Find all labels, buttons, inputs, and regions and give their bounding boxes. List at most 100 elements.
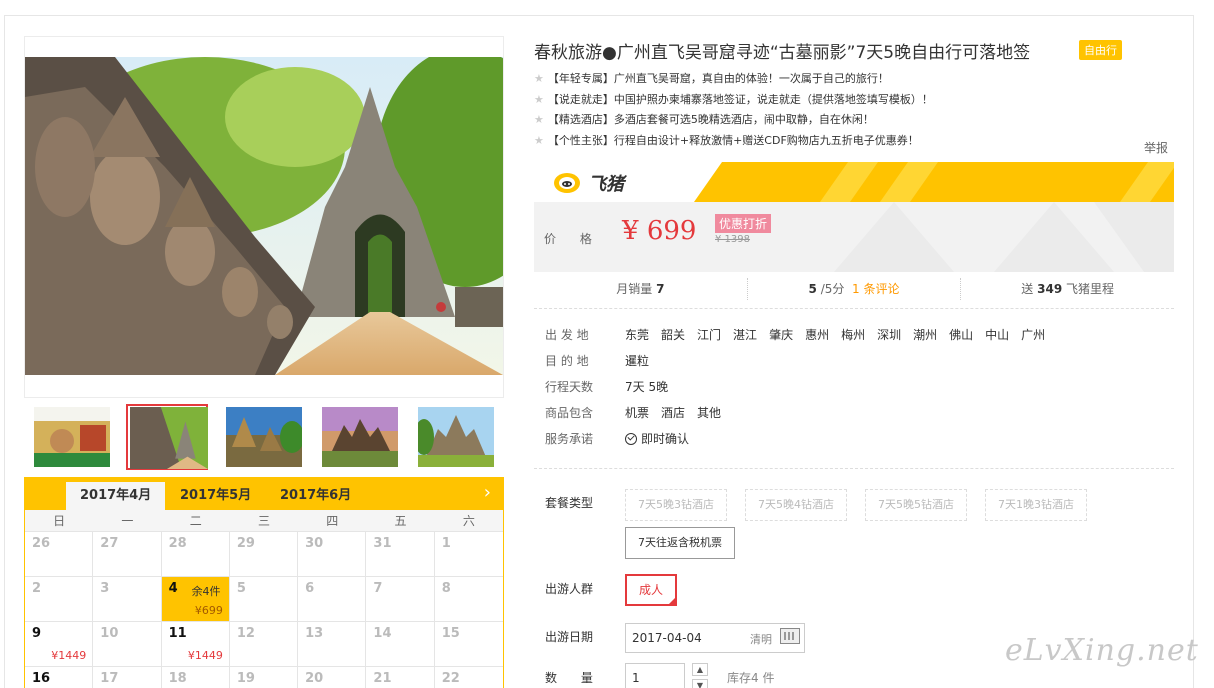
check-circle-icon xyxy=(625,433,637,445)
departure-city: 肇庆 xyxy=(769,328,794,342)
site-watermark: eLvXing.net xyxy=(1005,633,1199,668)
thumbnail-5[interactable] xyxy=(414,404,496,470)
thumbnail-1[interactable] xyxy=(30,404,112,470)
day-number: 26 xyxy=(32,536,51,551)
thumbnail-2-selected[interactable] xyxy=(126,404,208,470)
main-product-image xyxy=(25,57,503,375)
star-icon: ★ xyxy=(534,92,544,106)
departure-city: 深圳 xyxy=(877,328,902,342)
tab-month-jun[interactable]: 2017年6月 xyxy=(266,482,365,510)
tab-month-apr[interactable]: 2017年4月 xyxy=(66,482,166,510)
departure-city: 中山 xyxy=(985,328,1010,342)
departure-row: 出 发 地 东莞 韶关 江门 湛江 肇庆 惠州 梅州 深圳 潮州 佛山 中山 广州 xyxy=(545,325,1057,351)
divider xyxy=(534,468,1174,469)
calendar-day: 15 xyxy=(434,622,503,667)
departure-city: 惠州 xyxy=(805,328,830,342)
days-row: 行程天数 7天 5晚 xyxy=(545,380,669,394)
price-label: 价 格 xyxy=(544,232,602,246)
travel-date-input[interactable]: 2017-04-04 xyxy=(625,623,805,653)
calendar-day: 28 xyxy=(161,532,230,577)
report-link[interactable]: 举报 xyxy=(1144,139,1168,156)
star-icon: ★ xyxy=(534,113,544,126)
includes-row: 商品包含 机票 酒店 其他 xyxy=(545,403,1057,429)
package-option-3[interactable]: 7天5晚5钻酒店 xyxy=(865,489,967,521)
day-price: ¥1449 xyxy=(51,649,87,662)
day-number: 30 xyxy=(305,536,324,551)
calendar-day: 29 xyxy=(229,532,299,577)
departure-city: 东莞 xyxy=(625,328,650,342)
calendar-day[interactable]: 16 xyxy=(25,667,94,688)
calendar-day: 31 xyxy=(366,532,435,577)
price-box: 价 格 ¥ 699 优惠打折 ¥ 1398 xyxy=(534,202,1174,272)
package-option-5[interactable]: 7天往返含税机票 xyxy=(625,527,735,559)
rating-summary: 5 /5分 1 条评论 xyxy=(748,278,962,300)
weekday-label: 五 xyxy=(394,514,407,528)
quantity-increase-icon[interactable]: ▲ xyxy=(692,663,708,676)
thumbnail-strip xyxy=(30,404,500,470)
day-number: 2 xyxy=(32,581,42,596)
calendar-day: 2 xyxy=(25,577,94,622)
weekday-label: 四 xyxy=(326,514,339,528)
calendar-day[interactable]: 9 ¥1449 xyxy=(25,622,94,667)
day-price: ¥699 xyxy=(194,604,223,617)
date-label: 出游日期 xyxy=(545,630,594,644)
calendar-day[interactable]: 11 ¥1449 xyxy=(161,622,230,667)
quantity-decrease-icon[interactable]: ▼ xyxy=(692,679,708,688)
product-title: 春秋旅游●广州直飞吴哥窟寻迹“古墓丽影”7天5晚自由行可落地签 xyxy=(534,43,1031,63)
day-number: 1 xyxy=(441,536,451,551)
calendar-day-selected[interactable]: 4 余4件 ¥699 xyxy=(161,577,230,622)
free-travel-badge: 自由行 xyxy=(1079,40,1122,60)
day-number: 13 xyxy=(305,626,324,641)
original-price: ¥ 1398 xyxy=(715,234,750,245)
calendar-day: 5 xyxy=(229,577,299,622)
quantity-input[interactable]: 1 xyxy=(625,663,685,688)
calendar-day: 1 xyxy=(434,532,503,577)
holiday-label: 清明 xyxy=(750,633,772,646)
weekday-label: 六 xyxy=(462,514,475,528)
package-option-4[interactable]: 7天1晚3钻酒店 xyxy=(985,489,1087,521)
weekday-label: 二 xyxy=(189,514,202,528)
day-number: 22 xyxy=(441,671,460,686)
calendar-icon[interactable] xyxy=(780,628,800,644)
stock-text: 库存4 件 xyxy=(727,671,775,685)
calendar-day: 10 xyxy=(93,622,162,667)
feature-item: ★ 【个性主张】行程自由设计+释放激情+赠送CDF购物店九五折电子优惠券！ xyxy=(534,133,919,147)
calendar-day: 19 xyxy=(230,667,299,688)
departure-city: 潮州 xyxy=(913,328,938,342)
calendar-day: 12 xyxy=(229,622,299,667)
star-icon: ★ xyxy=(534,133,544,147)
departure-city: 湛江 xyxy=(733,328,758,342)
next-month-arrow-icon[interactable]: › xyxy=(484,482,491,504)
include-item: 机票 xyxy=(625,406,650,420)
departure-city: 韶关 xyxy=(661,328,686,342)
monthly-sales: 月销量 7 xyxy=(534,278,748,300)
day-number: 12 xyxy=(236,626,255,641)
day-number: 10 xyxy=(100,626,119,641)
feature-list: ★ 【年轻专属】广州直飞吴哥窟，真自由的体验！一次属于自己的旅行！ ★ 【说走就走】… xyxy=(534,69,933,151)
brand-banner: 飞猪 xyxy=(534,162,1174,202)
reviews-link[interactable]: 1 条评论 xyxy=(852,282,899,296)
day-number: 16 xyxy=(32,671,51,686)
day-number: 7 xyxy=(373,581,383,596)
tab-month-may[interactable]: 2017年5月 xyxy=(166,482,265,510)
stats-bar: 月销量 7 5 /5分 1 条评论 送 349 飞猪里程 xyxy=(534,278,1174,300)
day-number: 19 xyxy=(236,671,255,686)
include-item: 酒店 xyxy=(661,406,686,420)
day-number: 14 xyxy=(373,626,392,641)
thumbnail-3[interactable] xyxy=(222,404,304,470)
calendar-day: 27 xyxy=(93,532,162,577)
brand-name: 飞猪 xyxy=(588,174,624,195)
day-number: 20 xyxy=(305,671,324,686)
promo-badge: 优惠打折 xyxy=(715,214,772,233)
service-row: 服务承诺 即时确认 xyxy=(545,432,690,446)
calendar-day: 21 xyxy=(366,667,435,688)
feature-item: ★ 【年轻专属】广州直飞吴哥窟，真自由的体验！一次属于自己的旅行！ xyxy=(534,72,889,85)
weekday-label: 三 xyxy=(257,514,270,528)
package-option-2[interactable]: 7天5晚4钻酒店 xyxy=(745,489,847,521)
crowd-adult-button[interactable]: 成人 xyxy=(625,574,677,606)
calendar-header: 2017年4月 2017年5月 2017年6月 › xyxy=(25,478,503,510)
package-option-1[interactable]: 7天5晚3钻酒店 xyxy=(625,489,727,521)
calendar-day: 7 xyxy=(366,577,435,622)
thumbnail-4[interactable] xyxy=(318,404,400,470)
day-number: 27 xyxy=(100,536,119,551)
